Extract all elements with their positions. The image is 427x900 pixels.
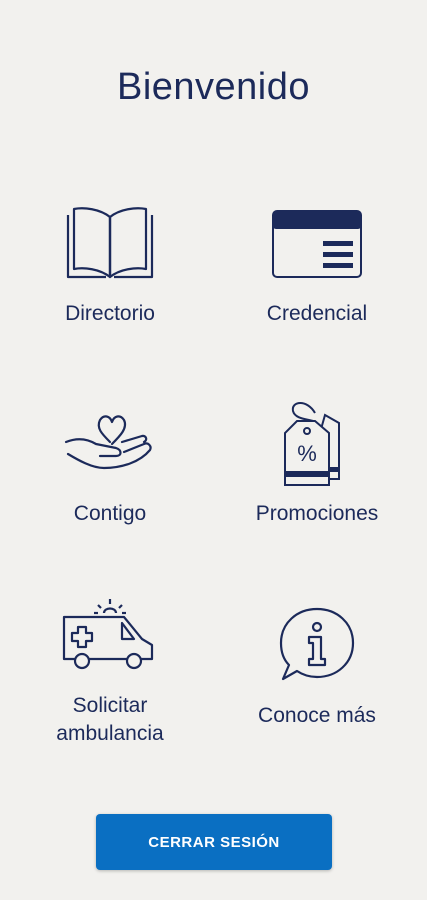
menu-item-promociones[interactable]: % Promociones — [217, 398, 417, 528]
menu-item-label: Contigo — [73, 502, 147, 525]
menu-item-solicitar-ambulancia[interactable]: Solicitar ambulancia — [10, 590, 210, 748]
discount-tag-icon: % — [267, 398, 367, 488]
menu-item-label: Promociones — [255, 502, 379, 525]
menu-item-label: Conoce más — [258, 704, 376, 727]
page-title: Bienvenido — [116, 66, 311, 108]
menu-item-credencial[interactable]: Credencial — [217, 198, 417, 328]
menu-item-contigo[interactable]: Contigo — [10, 398, 210, 528]
open-book-icon — [60, 198, 160, 288]
menu-item-label: Solicitar ambulancia — [56, 694, 164, 745]
svg-text:%: % — [297, 441, 317, 466]
menu-item-directorio[interactable]: Directorio — [10, 198, 210, 328]
hand-heart-icon — [60, 398, 160, 488]
menu-item-conoce-mas[interactable]: Conoce más — [217, 600, 417, 730]
id-card-icon — [267, 198, 367, 288]
logout-button[interactable]: CERRAR SESIÓN — [96, 814, 332, 870]
ambulance-icon — [60, 590, 160, 680]
menu-item-label: Credencial — [266, 302, 368, 325]
menu-item-label: Directorio — [65, 302, 155, 325]
info-bubble-icon — [267, 600, 367, 690]
